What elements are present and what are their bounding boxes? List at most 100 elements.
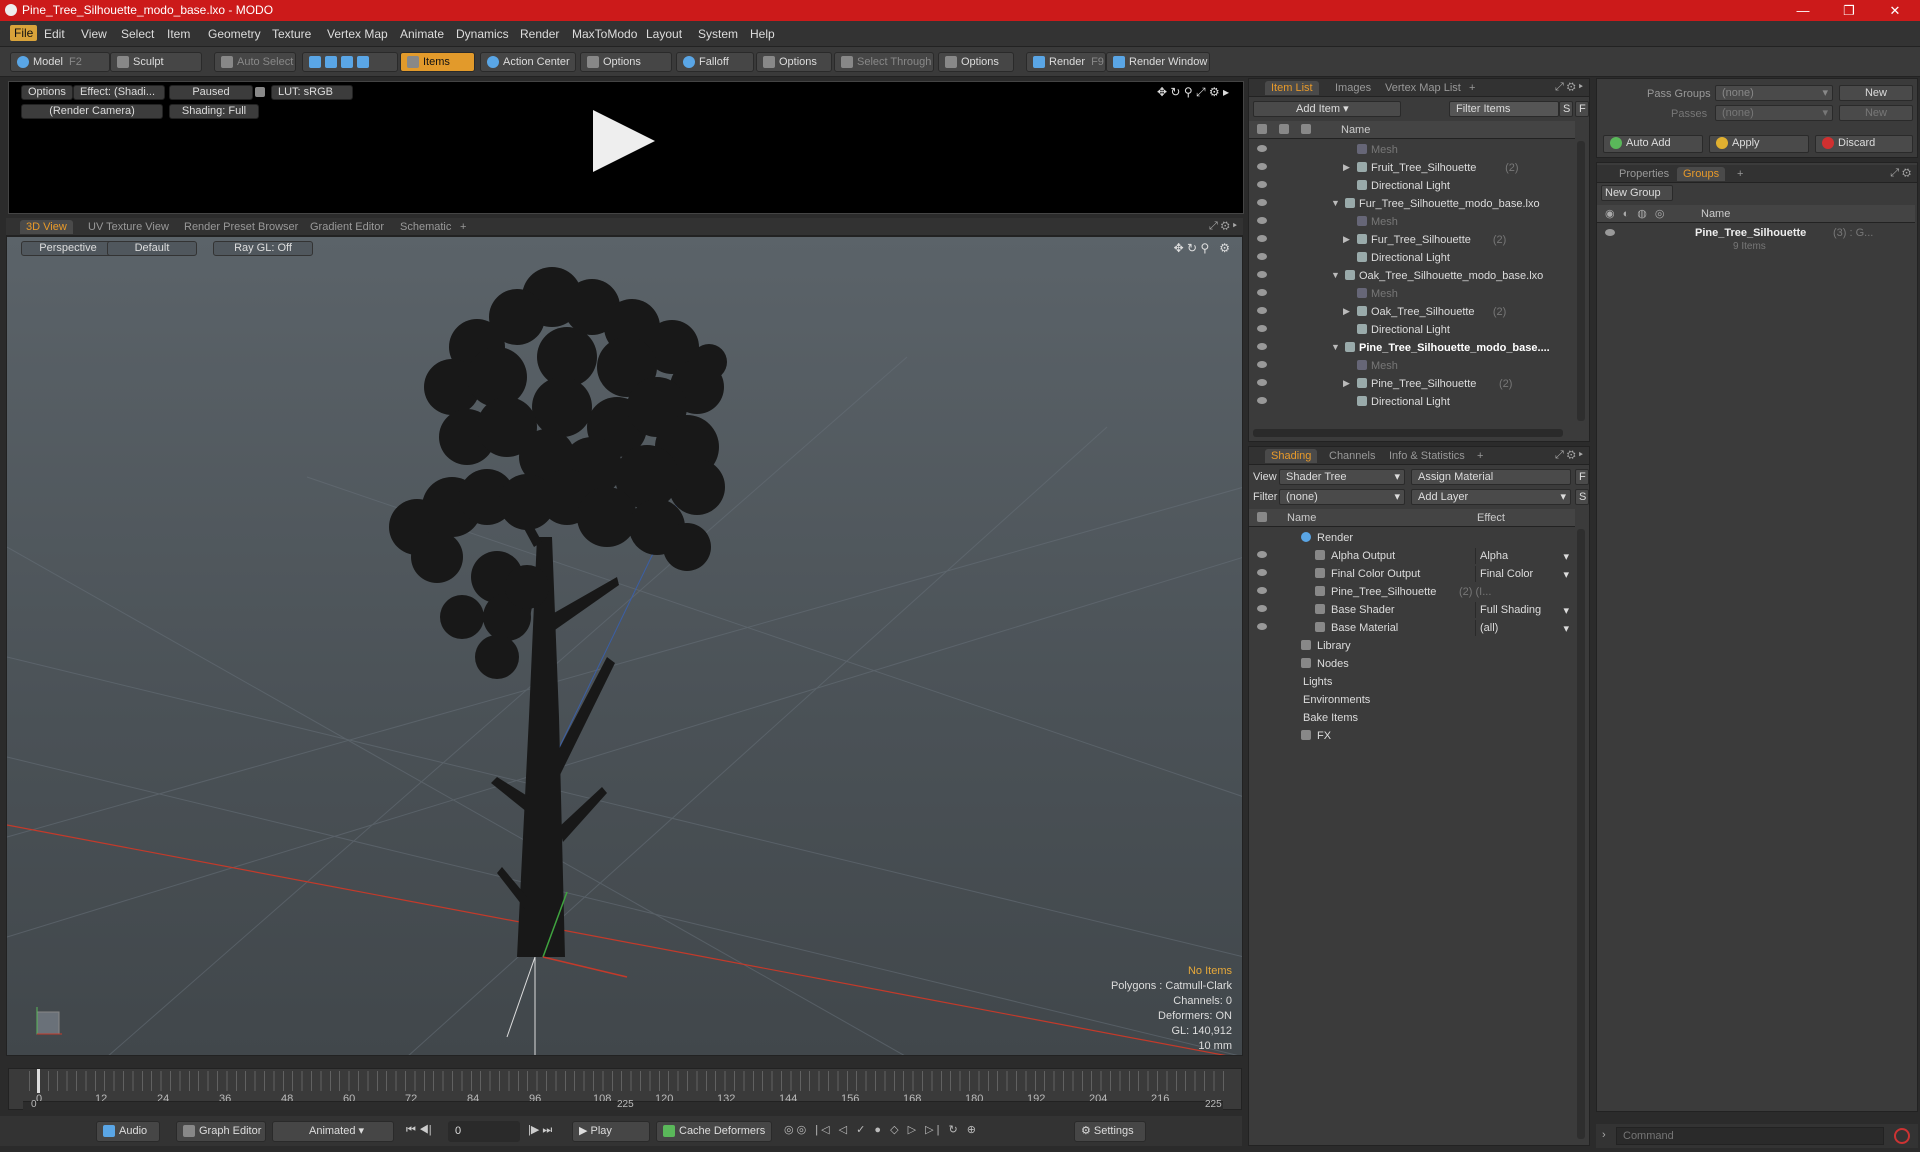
new-pass-button[interactable]: New — [1839, 105, 1913, 121]
shader-row[interactable]: Alpha Output Alpha ▾ — [1249, 547, 1575, 565]
preview-lut-dropdown[interactable]: LUT: sRGB — [271, 85, 353, 100]
tab-uv-texture-view[interactable]: UV Texture View — [82, 220, 175, 234]
tab-render-preset-browser[interactable]: Render Preset Browser — [178, 220, 304, 234]
visibility-eye-icon[interactable] — [1257, 605, 1267, 612]
menu-select[interactable]: Select — [121, 27, 154, 41]
shading-s-button[interactable]: S — [1575, 489, 1589, 505]
group-row[interactable]: Pine_Tree_Silhouette (3) : G... 9 Items — [1597, 225, 1915, 255]
tab-gradient-editor[interactable]: Gradient Editor — [304, 220, 390, 234]
add-tab-button[interactable]: + — [454, 220, 472, 234]
visibility-eye-icon[interactable] — [1257, 217, 1267, 224]
groups-column-icons[interactable]: ◉◐◍◎ — [1605, 207, 1672, 220]
select-through-button[interactable]: Select Through — [834, 52, 934, 72]
groups-name-header[interactable]: Name — [1701, 208, 1730, 220]
menu-view[interactable]: View — [81, 27, 107, 41]
model-mode-button[interactable]: Model F2 — [10, 52, 110, 72]
graph-editor-button[interactable]: Graph Editor — [176, 1121, 266, 1142]
visibility-eye-icon[interactable] — [1257, 235, 1267, 242]
item-row[interactable]: Mesh — [1249, 285, 1575, 303]
shading-panel-icons[interactable]: ⤢ ⚙ ▸ — [1555, 449, 1583, 462]
assign-material-button[interactable]: Assign Material — [1411, 469, 1571, 485]
vertices-mode-icon[interactable] — [309, 56, 321, 69]
menu-render[interactable]: Render — [520, 27, 559, 41]
expand-toggle-icon[interactable]: ▼ — [1331, 342, 1340, 352]
apply-button[interactable]: Apply — [1709, 135, 1809, 153]
shader-row[interactable]: Lights — [1249, 673, 1575, 691]
preview-camera-dropdown[interactable]: (Render Camera) — [21, 104, 163, 119]
lock-column-icon[interactable] — [1279, 124, 1289, 134]
item-row[interactable]: Directional Light — [1249, 393, 1575, 411]
visibility-eye-icon[interactable] — [1257, 199, 1267, 206]
step-forward-buttons[interactable]: |▶ ⏭ — [522, 1121, 562, 1142]
visibility-eye-icon[interactable] — [1257, 253, 1267, 260]
timeline-playhead[interactable] — [37, 1069, 40, 1093]
groups-panel-icons[interactable]: ⤢ ⚙ — [1890, 167, 1911, 180]
effect-dropdown[interactable]: Alpha ▾ — [1475, 548, 1573, 564]
visibility-eye-icon[interactable] — [1257, 289, 1267, 296]
preview-shading-dropdown[interactable]: Shading: Full — [169, 104, 259, 119]
polygons-mode-icon[interactable] — [341, 56, 353, 69]
timeline[interactable]: 0 12 24 36 48 60 72 84 96 108 120 132 14… — [8, 1068, 1242, 1110]
visibility-eye-icon[interactable] — [1257, 343, 1267, 350]
record-macro-icon[interactable] — [1894, 1128, 1910, 1144]
expand-toggle-icon[interactable]: ▼ — [1331, 198, 1340, 208]
falloff-options-button[interactable]: Options — [756, 52, 832, 72]
visibility-eye-icon[interactable] — [1257, 379, 1267, 386]
materials-mode-icon[interactable] — [357, 56, 369, 69]
item-row[interactable]: Mesh — [1249, 141, 1575, 159]
shader-row[interactable]: FX — [1249, 727, 1575, 745]
name-column-header[interactable]: Name — [1341, 124, 1370, 136]
visibility-eye-icon[interactable] — [1257, 145, 1267, 152]
visibility-eye-icon[interactable] — [1257, 551, 1267, 558]
visibility-eye-icon[interactable] — [1257, 181, 1267, 188]
tab-schematic[interactable]: Schematic — [394, 220, 457, 234]
shader-row[interactable]: Pine_Tree_Silhouette (2) (I... — [1249, 583, 1575, 601]
tab-3d-view[interactable]: 3D View — [20, 220, 73, 234]
menu-help[interactable]: Help — [750, 27, 775, 41]
menu-maxtomodo[interactable]: MaxToModo — [572, 27, 637, 41]
render-button[interactable]: Render F9 — [1026, 52, 1106, 72]
effect-dropdown[interactable]: Final Color ▾ — [1475, 566, 1573, 582]
key-tools-icons[interactable]: ◎◎ |◁ ◁ ✓ ● ◇ ▷ ▷| ↻ ⊕ — [778, 1121, 1070, 1142]
shader-row[interactable]: Base Shader Full Shading ▾ — [1249, 601, 1575, 619]
item-row[interactable]: Mesh — [1249, 357, 1575, 375]
item-row[interactable]: Directional Light — [1249, 249, 1575, 267]
vertical-scrollbar[interactable] — [1577, 141, 1585, 421]
visibility-eye-icon[interactable] — [1257, 271, 1267, 278]
item-row[interactable]: ▶ Fur_Tree_Silhouette (2) — [1249, 231, 1575, 249]
discard-button[interactable]: Discard — [1815, 135, 1913, 153]
visibility-eye-icon[interactable] — [1257, 587, 1267, 594]
visibility-eye-icon[interactable] — [1257, 307, 1267, 314]
lock-icon[interactable] — [255, 87, 265, 97]
shader-row[interactable]: Final Color Output Final Color ▾ — [1249, 565, 1575, 583]
new-pass-group-button[interactable]: New — [1839, 85, 1913, 101]
visibility-eye-icon[interactable] — [1257, 325, 1267, 332]
select-through-options-button[interactable]: Options — [938, 52, 1014, 72]
item-row[interactable]: ▶ Pine_Tree_Silhouette (2) — [1249, 375, 1575, 393]
add-tab-button[interactable]: + — [1471, 449, 1489, 463]
visibility-eye-icon[interactable] — [1257, 361, 1267, 368]
item-row[interactable]: ▶ Fruit_Tree_Silhouette (2) — [1249, 159, 1575, 177]
shader-row[interactable]: Environments — [1249, 691, 1575, 709]
shading-filter-dropdown[interactable]: (none) ▾ — [1279, 489, 1405, 505]
item-row[interactable]: Mesh — [1249, 213, 1575, 231]
filter-items-input[interactable]: Filter Items — [1449, 101, 1559, 117]
shader-row[interactable]: Bake Items — [1249, 709, 1575, 727]
passes-dropdown[interactable]: (none) ▾ — [1715, 105, 1833, 121]
item-row[interactable]: ▼ Fur_Tree_Silhouette_modo_base.lxo — [1249, 195, 1575, 213]
vertical-scrollbar[interactable] — [1577, 529, 1585, 1139]
shader-row[interactable]: Base Material (all) ▾ — [1249, 619, 1575, 637]
visibility-eye-icon[interactable] — [1257, 163, 1267, 170]
visibility-eye-icon[interactable] — [1257, 623, 1267, 630]
preview-nav-icons[interactable]: ✥ ↻ ⚲ ⤢ ⚙ ▸ — [1157, 85, 1229, 100]
add-layer-dropdown[interactable]: Add Layer ▾ — [1411, 489, 1571, 505]
expand-toggle-icon[interactable]: ▶ — [1343, 378, 1350, 389]
minimize-button[interactable]: — — [1788, 2, 1818, 19]
falloff-button[interactable]: Falloff — [676, 52, 754, 72]
effect-column-header[interactable]: Effect — [1477, 512, 1505, 524]
close-button[interactable]: ✕ — [1880, 2, 1910, 19]
tab-properties[interactable]: Properties — [1613, 167, 1675, 181]
item-row[interactable]: Directional Light — [1249, 321, 1575, 339]
sculpt-mode-button[interactable]: Sculpt — [110, 52, 202, 72]
visibility-eye-icon[interactable] — [1605, 229, 1615, 236]
